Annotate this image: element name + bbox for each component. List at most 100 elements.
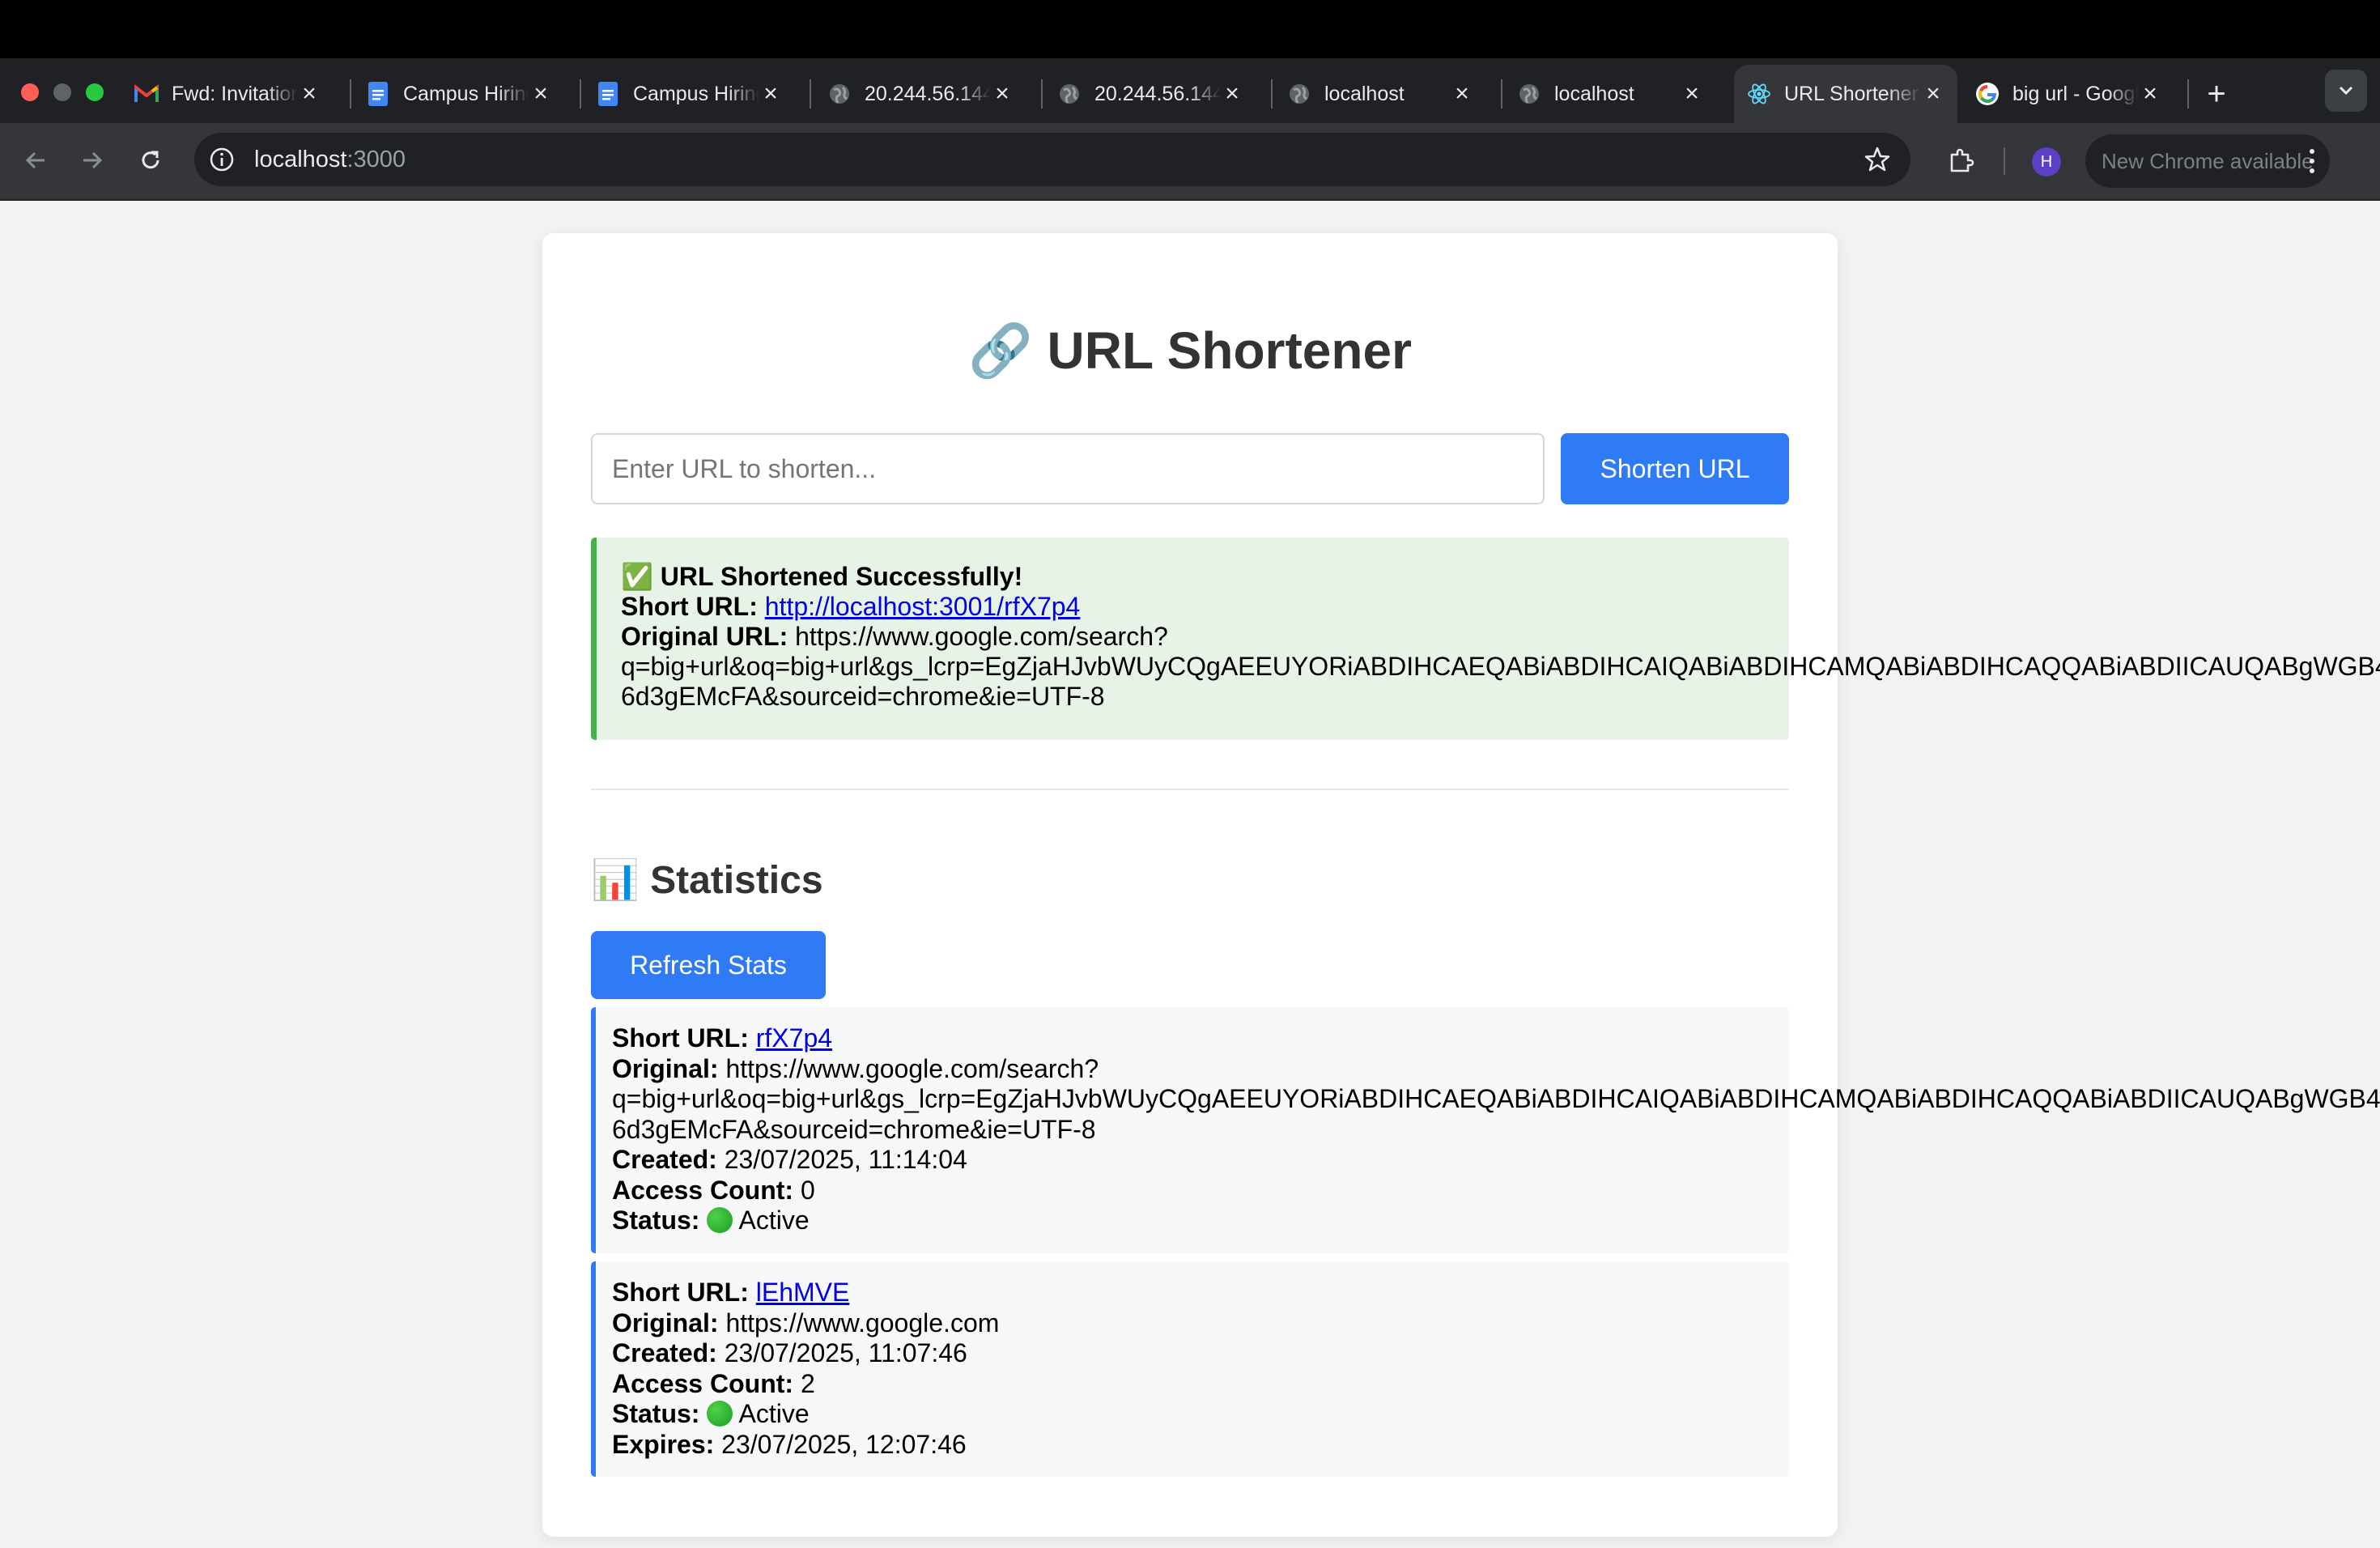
- tab-title: 20.244.56.144: [865, 82, 991, 105]
- tab-divider: [1501, 79, 1502, 108]
- original-url-text: https://www.google.com/search?: [725, 1053, 1099, 1083]
- reload-button[interactable]: [133, 142, 168, 178]
- stat-card: Short URL: rfX7p4 Original: https://www.…: [591, 1007, 2380, 1253]
- original-url-text: q=big+url&oq=big+url&gs_lcrp=EgZjaHJvbWU…: [612, 1084, 2380, 1113]
- forward-button[interactable]: [74, 142, 110, 178]
- toolbar-divider: [2004, 147, 2005, 175]
- tab-divider: [350, 79, 351, 108]
- original-label: Original:: [612, 1053, 719, 1083]
- tab-divider: [810, 79, 811, 108]
- check-icon: ✅: [621, 562, 653, 591]
- short-url-label: Short URL:: [612, 1023, 749, 1053]
- globe-icon: [1517, 82, 1541, 106]
- address-bar[interactable]: localhost:3000: [194, 133, 1910, 186]
- refresh-stats-button[interactable]: Refresh Stats: [591, 931, 826, 999]
- app-container: 🔗 URL Shortener Shorten URL ✅ URL Shorte…: [542, 233, 2380, 1537]
- docs-icon: [366, 82, 390, 106]
- browser-toolbar: localhost:3000 H New Chrome available: [0, 123, 2380, 201]
- tab-title: URL Shortener: [1784, 82, 1919, 105]
- chevron-down-icon: [2339, 86, 2353, 96]
- star-icon[interactable]: [1864, 146, 1891, 173]
- google-icon: [1975, 82, 2000, 106]
- access-count-value: 0: [800, 1175, 815, 1205]
- original-url-text: q=big+url&oq=big+url&gs_lcrp=EgZjaHJvbWU…: [621, 652, 2380, 681]
- more-vert-icon[interactable]: [2309, 147, 2315, 181]
- tab-title: Campus Hiring: [403, 82, 529, 105]
- original-label: Original:: [612, 1308, 719, 1337]
- close-icon[interactable]: ×: [991, 80, 1014, 107]
- green-circle-icon: [707, 1207, 733, 1233]
- stat-card: Short URL: lEhMVE Original: https://www.…: [591, 1261, 1789, 1477]
- tab-ip-2[interactable]: 20.244.56.144 ×: [1057, 65, 1256, 123]
- url-input[interactable]: [591, 433, 1545, 504]
- docs-icon: [596, 82, 620, 106]
- tab-divider: [1271, 79, 1273, 108]
- tab-ip-1[interactable]: 20.244.56.144 ×: [827, 65, 1026, 123]
- tab-divider: [2187, 79, 2189, 108]
- section-divider: [591, 789, 1789, 790]
- created-label: Created:: [612, 1145, 717, 1174]
- green-circle-icon: [707, 1401, 733, 1427]
- short-code-link[interactable]: rfX7p4: [756, 1023, 832, 1053]
- access-count-label: Access Count:: [612, 1368, 794, 1398]
- extensions-button[interactable]: [1943, 142, 1978, 178]
- close-icon[interactable]: ×: [1221, 80, 1243, 107]
- short-url-label: Short URL:: [621, 592, 758, 621]
- tab-divider: [580, 79, 581, 108]
- created-label: Created:: [612, 1338, 717, 1367]
- back-button[interactable]: [18, 142, 53, 178]
- status-value: Active: [738, 1206, 810, 1235]
- page-title-text: URL Shortener: [1047, 321, 1412, 380]
- tab-gmail[interactable]: Fwd: Invitation ×: [134, 65, 334, 123]
- tab-title: Campus Hiring: [633, 82, 759, 105]
- profile-avatar[interactable]: H: [2032, 147, 2061, 176]
- new-chrome-available-button[interactable]: New Chrome available: [2085, 134, 2330, 188]
- close-icon[interactable]: ×: [1922, 80, 1944, 107]
- tab-divider: [1041, 79, 1043, 108]
- tab-url-shortener[interactable]: URL Shortener ×: [1734, 65, 1957, 123]
- react-icon: [1747, 82, 1771, 106]
- close-window-button[interactable]: [21, 83, 39, 101]
- new-tab-button[interactable]: +: [2199, 65, 2234, 123]
- success-heading: URL Shortened Successfully!: [660, 562, 1023, 591]
- shorten-url-button[interactable]: Shorten URL: [1561, 433, 1789, 504]
- plus-icon: +: [2207, 75, 2226, 112]
- success-message: ✅ URL Shortened Successfully! Short URL:…: [591, 538, 2380, 740]
- page-title: 🔗 URL Shortener: [542, 321, 1838, 381]
- short-code-link[interactable]: lEhMVE: [756, 1278, 850, 1307]
- minimize-window-button[interactable]: [53, 83, 71, 101]
- tab-localhost-2[interactable]: localhost ×: [1517, 65, 1716, 123]
- close-icon[interactable]: ×: [1451, 80, 1473, 107]
- statistics-heading: 📊 Statistics: [591, 857, 823, 903]
- address-port: :3000: [346, 147, 406, 172]
- address-host: localhost: [254, 147, 347, 172]
- site-info-icon[interactable]: [209, 147, 235, 172]
- close-icon[interactable]: ×: [759, 80, 782, 107]
- close-icon[interactable]: ×: [1681, 80, 1703, 107]
- close-icon[interactable]: ×: [529, 80, 552, 107]
- tab-campus-hiring-1[interactable]: Campus Hiring ×: [366, 65, 565, 123]
- tab-localhost-1[interactable]: localhost ×: [1287, 65, 1486, 123]
- short-url-link[interactable]: http://localhost:3001/rfX7p4: [765, 592, 1081, 621]
- created-value: 23/07/2025, 11:14:04: [724, 1145, 967, 1174]
- access-count-label: Access Count:: [612, 1175, 794, 1205]
- original-url-label: Original URL:: [621, 622, 788, 651]
- link-icon: 🔗: [968, 321, 1033, 380]
- tab-google-search[interactable]: big url - Google Search ×: [1975, 65, 2174, 123]
- expires-value: 23/07/2025, 12:07:46: [721, 1429, 967, 1459]
- access-count-value: 2: [800, 1368, 815, 1398]
- globe-icon: [1057, 82, 1082, 106]
- status-label: Status:: [612, 1399, 700, 1428]
- short-url-label: Short URL:: [612, 1278, 749, 1307]
- maximize-window-button[interactable]: [86, 83, 104, 101]
- original-url-text: 6d3gEMcFA&sourceid=chrome&ie=UTF-8: [612, 1114, 1096, 1144]
- tab-search-button[interactable]: [2325, 70, 2367, 112]
- close-icon[interactable]: ×: [298, 80, 321, 107]
- back-arrow-icon: [25, 151, 45, 169]
- close-icon[interactable]: ×: [2139, 80, 2161, 107]
- status-label: Status:: [612, 1206, 700, 1235]
- tab-title: big url - Google Search: [2012, 82, 2139, 105]
- tab-campus-hiring-2[interactable]: Campus Hiring ×: [596, 65, 795, 123]
- tab-title: localhost: [1324, 82, 1405, 105]
- statistics-heading-text: Statistics: [650, 859, 823, 902]
